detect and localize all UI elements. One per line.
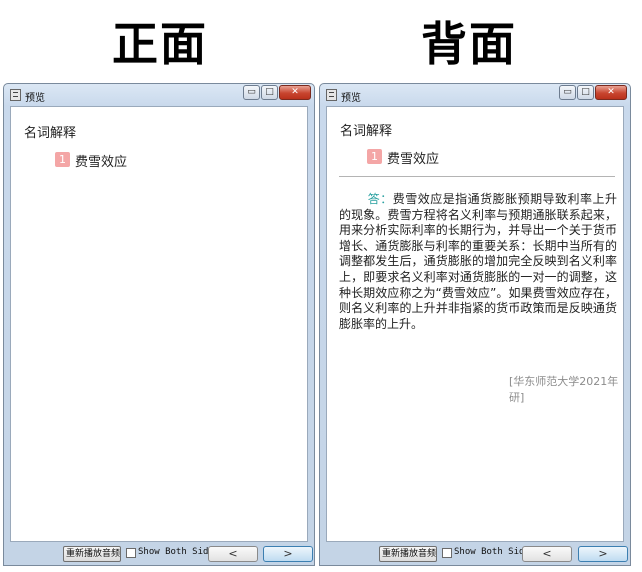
maximize-button[interactable]: □ [577, 85, 594, 100]
prev-button[interactable]: < [522, 546, 572, 562]
app-icon [10, 89, 21, 101]
term-name: 费雪效应 [75, 155, 128, 170]
answer-label: 答： [367, 192, 393, 206]
title-bar[interactable]: 预览 ▭ □ ✕ [320, 84, 630, 106]
show-both-sides-checkbox[interactable] [126, 548, 136, 558]
replay-audio-button[interactable]: 重新播放音频 [63, 546, 121, 562]
prev-button[interactable]: < [208, 546, 258, 562]
replay-audio-button[interactable]: 重新播放音频 [379, 546, 437, 562]
front-heading: 正面 [112, 17, 208, 71]
front-preview-window: 预览 ▭ □ ✕ 名词解释 1 费雪效应 重新播放音频 Show Both Si… [3, 83, 315, 566]
section-label: 名词解释 [24, 126, 77, 141]
minimize-button[interactable]: ▭ [559, 85, 576, 100]
number-badge: 1 [367, 149, 382, 164]
show-both-sides-checkbox[interactable] [442, 548, 452, 558]
divider [339, 176, 615, 177]
bottom-bar: 重新播放音频 Show Both Sides < > [10, 542, 313, 565]
answer-text: 费雪效应是指通货膨胀预期导致利率上升的现象。费雪方程将名义利率与预期通胀联系起来… [339, 192, 617, 331]
answer-block: 答：费雪效应是指通货膨胀预期导致利率上升的现象。费雪方程将名义利率与预期通胀联系… [339, 192, 617, 332]
term-name: 费雪效应 [387, 152, 440, 167]
close-button[interactable]: ✕ [279, 85, 311, 100]
window-title: 预览 [341, 93, 361, 104]
next-button[interactable]: > [578, 546, 628, 562]
number-badge: 1 [55, 152, 70, 167]
card-front-area: 名词解释 1 费雪效应 [10, 106, 308, 542]
app-icon [326, 89, 337, 101]
bottom-bar: 重新播放音频 Show Both Sides < > [326, 542, 628, 565]
title-bar[interactable]: 预览 ▭ □ ✕ [4, 84, 314, 106]
back-heading: 背面 [421, 17, 517, 71]
close-button[interactable]: ✕ [595, 85, 627, 100]
source-citation: [华东师范大学2021年研] [509, 375, 619, 404]
back-preview-window: 预览 ▭ □ ✕ 名词解释 1 费雪效应 答：费雪效应是指通货膨胀预期导致利率上… [319, 83, 631, 566]
window-title: 预览 [25, 93, 45, 104]
card-back-area: 名词解释 1 费雪效应 答：费雪效应是指通货膨胀预期导致利率上升的现象。费雪方程… [326, 106, 624, 542]
section-label: 名词解释 [340, 124, 393, 139]
maximize-button[interactable]: □ [261, 85, 278, 100]
next-button[interactable]: > [263, 546, 313, 562]
minimize-button[interactable]: ▭ [243, 85, 260, 100]
